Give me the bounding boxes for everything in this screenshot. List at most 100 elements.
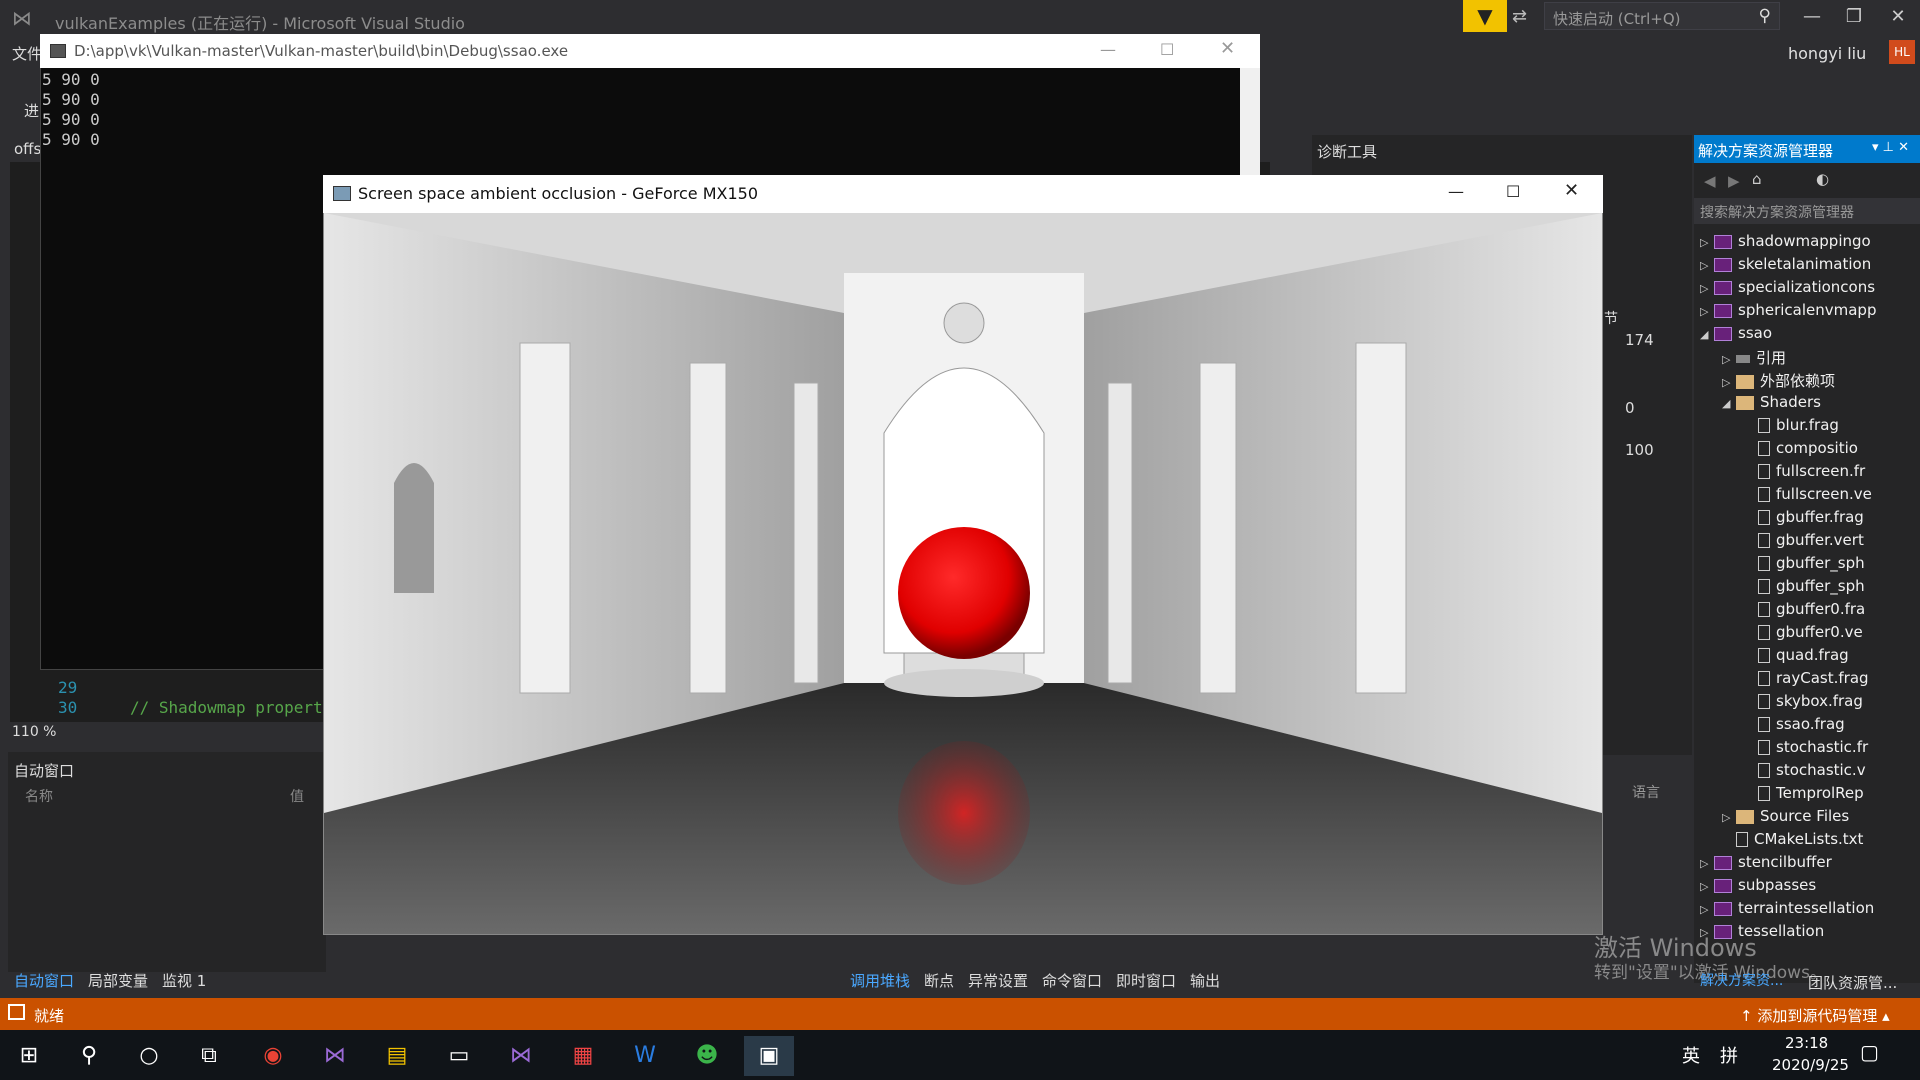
ssao-close-icon[interactable]: ✕ (1564, 180, 1579, 201)
ssao-render-viewport[interactable] (324, 213, 1602, 934)
forward-icon[interactable]: ▶ (1728, 172, 1740, 190)
autos-column-name[interactable]: 名称 (25, 786, 53, 806)
tree-item[interactable]: gbuffer.vert (1744, 531, 1918, 554)
tree-item[interactable]: compositio (1744, 439, 1918, 462)
properties-icon[interactable]: ◐ (1816, 170, 1829, 188)
notification-icon[interactable]: ▢ (1860, 1040, 1879, 1064)
tree-item[interactable]: gbuffer_sph (1744, 577, 1918, 600)
add-to-source-control-button[interactable]: ↑ 添加到源代码管理 ▴ (1740, 1005, 1890, 1026)
tree-item[interactable]: TemprolRep (1744, 784, 1918, 807)
tree-item[interactable]: ◢ Shaders (1722, 393, 1918, 416)
expand-arrow-icon[interactable]: ▷ (1700, 305, 1714, 318)
ime-mode-indicator[interactable]: 拼 (1720, 1042, 1738, 1068)
terminal-icon[interactable]: ▭ (434, 1036, 484, 1076)
minimize-icon[interactable]: — (1792, 4, 1832, 30)
tree-item[interactable]: stochastic.fr (1744, 738, 1918, 761)
tree-item[interactable]: stochastic.v (1744, 761, 1918, 784)
tab-locals[interactable]: 局部变量 (88, 970, 148, 991)
search-icon[interactable]: ⚲ (1759, 6, 1771, 26)
tree-item[interactable]: ▷ 引用 (1722, 347, 1918, 370)
clock-time[interactable]: 23:18 (1785, 1034, 1828, 1052)
back-icon[interactable]: ◀ (1704, 172, 1716, 190)
console-minimize-icon[interactable]: — (1100, 40, 1116, 59)
tree-item[interactable]: rayCast.frag (1744, 669, 1918, 692)
ssao-minimize-icon[interactable]: — (1448, 182, 1464, 201)
tree-item[interactable]: ▷ shadowmappingo (1700, 232, 1918, 255)
wps-icon[interactable]: W (620, 1036, 670, 1076)
tree-item[interactable]: ssao.frag (1744, 715, 1918, 738)
tree-item[interactable]: ◢ ssao (1700, 324, 1918, 347)
menu-file[interactable]: 文件 (12, 43, 42, 64)
tree-item[interactable]: gbuffer_sph (1744, 554, 1918, 577)
search-icon[interactable]: ⚲ (64, 1036, 114, 1076)
autos-column-value[interactable]: 值 (290, 786, 304, 806)
chrome-icon[interactable]: ◉ (248, 1036, 298, 1076)
tree-item[interactable]: fullscreen.ve (1744, 485, 1918, 508)
ssao-window-taskbar-icon[interactable]: ▣ (744, 1036, 794, 1076)
expand-arrow-icon[interactable]: ▷ (1722, 376, 1736, 389)
tree-item[interactable]: ▷ 外部依赖项 (1722, 370, 1918, 393)
tab-breakpoints[interactable]: 断点 (924, 970, 954, 991)
expand-arrow-icon[interactable]: ▷ (1722, 353, 1736, 366)
tab-team-explorer[interactable]: 团队资源管... (1808, 972, 1897, 993)
tab-call-stack[interactable]: 调用堆栈 (850, 970, 910, 991)
tree-item[interactable]: gbuffer0.ve (1744, 623, 1918, 646)
cortana-icon[interactable]: ○ (124, 1036, 174, 1076)
tree-item[interactable]: quad.frag (1744, 646, 1918, 669)
visual-studio-2-icon[interactable]: ⋈ (496, 1036, 546, 1076)
tree-item[interactable]: blur.frag (1744, 416, 1918, 439)
tree-item[interactable]: ▷ Source Files (1722, 807, 1918, 830)
ssao-maximize-icon[interactable]: ☐ (1506, 182, 1520, 201)
ime-language-indicator[interactable]: 英 (1682, 1042, 1700, 1068)
expand-arrow-icon[interactable]: ▷ (1700, 236, 1714, 249)
expand-arrow-icon[interactable]: ▷ (1700, 880, 1714, 893)
expand-arrow-icon[interactable]: ▷ (1700, 857, 1714, 870)
console-close-icon[interactable]: ✕ (1220, 38, 1235, 59)
tab-output[interactable]: 输出 (1190, 970, 1220, 991)
visual-studio-icon[interactable]: ⋈ (310, 1036, 360, 1076)
tree-item[interactable]: ▷ sphericalenvmapp (1700, 301, 1918, 324)
tree-item[interactable]: fullscreen.fr (1744, 462, 1918, 485)
tree-item[interactable]: ▷ stencilbuffer (1700, 853, 1918, 876)
quick-launch-input[interactable]: 快速启动 (Ctrl+Q) ⚲ (1544, 2, 1780, 30)
tab-exception-settings[interactable]: 异常设置 (968, 970, 1028, 991)
pin-icon[interactable]: ▾ ⊥ ✕ (1872, 140, 1909, 155)
tree-item[interactable]: gbuffer0.fra (1744, 600, 1918, 623)
tree-item[interactable]: ▷ subpasses (1700, 876, 1918, 899)
home-icon[interactable]: ⌂ (1752, 170, 1762, 188)
close-icon[interactable]: ✕ (1878, 4, 1918, 30)
feedback-icon[interactable]: ⇄ (1512, 6, 1534, 28)
clock-date[interactable]: 2020/9/25 (1772, 1056, 1849, 1074)
tree-item[interactable]: ▷ specializationcons (1700, 278, 1918, 301)
windows-start-icon[interactable]: ⊞ (4, 1036, 54, 1076)
feedback-filter-icon[interactable]: ▼ (1463, 0, 1507, 32)
solution-search-input[interactable]: 搜索解决方案资源管理器 (1694, 198, 1920, 224)
expand-arrow-icon[interactable]: ▷ (1700, 282, 1714, 295)
tree-item[interactable]: skybox.frag (1744, 692, 1918, 715)
tree-item[interactable]: ▷ skeletalanimation (1700, 255, 1918, 278)
expand-arrow-icon[interactable]: ▷ (1700, 259, 1714, 272)
renderdoc-icon[interactable]: ▦ (558, 1036, 608, 1076)
tab-immediate-window[interactable]: 即时窗口 (1116, 970, 1176, 991)
file-explorer-icon[interactable]: ▤ (372, 1036, 422, 1076)
expanded-arrow-icon[interactable]: ◢ (1722, 397, 1736, 410)
console-maximize-icon[interactable]: ☐ (1160, 40, 1174, 59)
tree-item[interactable]: ▷ terraintessellation (1700, 899, 1918, 922)
language-column-header[interactable]: 语言 (1632, 782, 1660, 802)
avatar[interactable]: HL (1889, 40, 1915, 64)
tree-item[interactable]: gbuffer.frag (1744, 508, 1918, 531)
tab-solution-explorer[interactable]: 解决方案资... (1700, 970, 1783, 990)
tree-item[interactable]: CMakeLists.txt (1722, 830, 1918, 853)
tab-watch[interactable]: 监视 1 (162, 970, 206, 991)
zoom-dropdown[interactable]: 110 % (12, 724, 56, 740)
expanded-arrow-icon[interactable]: ◢ (1700, 328, 1714, 341)
wechat-icon[interactable]: ☻ (682, 1036, 732, 1076)
expand-arrow-icon[interactable]: ▷ (1722, 811, 1736, 824)
tab-autos[interactable]: 自动窗口 (14, 970, 74, 991)
user-name[interactable]: hongyi liu (1788, 44, 1866, 63)
task-view-icon[interactable]: ⧉ (184, 1036, 234, 1076)
tab-command-window[interactable]: 命令窗口 (1042, 970, 1102, 991)
editor-tab-partial[interactable]: offs (14, 140, 41, 158)
menu-debug-partial[interactable]: 进 (24, 100, 39, 121)
expand-arrow-icon[interactable]: ▷ (1700, 903, 1714, 916)
